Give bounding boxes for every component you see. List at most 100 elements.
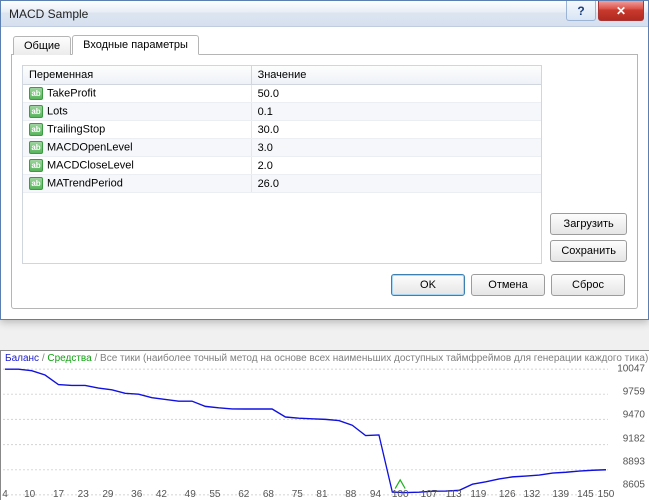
variable-cell[interactable]: ab Lots	[23, 103, 251, 121]
y-tick-label: 9470	[623, 410, 645, 421]
variable-name: MACDCloseLevel	[47, 159, 134, 171]
inputs-area: Переменная Значение ab TakeProfit 50.0 ab Lo…	[22, 65, 627, 264]
y-tick-label: 9759	[623, 387, 645, 398]
value-cell[interactable]: 50.0	[251, 85, 541, 103]
ok-button-label: OK	[420, 279, 436, 291]
reset-button-label: Сброс	[572, 279, 604, 291]
window-buttons: ? ✕	[566, 1, 648, 26]
ok-button[interactable]: OK	[391, 274, 465, 296]
y-tick-label: 8605	[623, 480, 645, 491]
dialog-window: MACD Sample ? ✕ Общие Входные параметры …	[0, 0, 649, 320]
chart-caption-balance: Баланс	[5, 353, 39, 364]
table-row[interactable]: ab Lots 0.1	[23, 103, 541, 121]
value-cell[interactable]: 30.0	[251, 121, 541, 139]
x-tick-label: 107	[421, 489, 438, 500]
variable-name: TrailingStop	[47, 123, 105, 135]
chart-area: Баланс / Средства / Все тики (наиболее т…	[0, 350, 649, 500]
help-icon: ?	[577, 4, 584, 18]
y-tick-label: 8893	[623, 456, 645, 467]
value-cell[interactable]: 2.0	[251, 157, 541, 175]
tab-inputs[interactable]: Входные параметры	[72, 35, 199, 55]
x-tick-label: 75	[292, 489, 303, 500]
variable-icon: ab	[29, 105, 43, 118]
x-tick-label: 100	[392, 489, 409, 500]
titlebar[interactable]: MACD Sample ? ✕	[1, 1, 648, 27]
x-tick-label: 4	[2, 489, 8, 500]
y-tick-label: 10047	[617, 364, 645, 375]
tab-panel-inputs: Переменная Значение ab TakeProfit 50.0 ab Lo…	[11, 55, 638, 309]
value-cell[interactable]: 0.1	[251, 103, 541, 121]
load-button[interactable]: Загрузить	[550, 213, 627, 235]
tab-inputs-label: Входные параметры	[83, 39, 188, 51]
x-tick-label: 94	[370, 489, 381, 500]
variable-icon: ab	[29, 123, 43, 136]
close-button[interactable]: ✕	[598, 1, 644, 21]
table-row[interactable]: ab MACDOpenLevel 3.0	[23, 139, 541, 157]
x-tick-label: 23	[78, 489, 89, 500]
chart-y-axis: 1004797599470918288938605	[609, 367, 649, 497]
chart-svg	[3, 367, 608, 497]
table-row[interactable]: ab MATrendPeriod 26.0	[23, 175, 541, 193]
variable-name: MATrendPeriod	[47, 177, 123, 189]
equity-line	[5, 369, 606, 492]
col-header-variable[interactable]: Переменная	[23, 66, 251, 85]
value-cell[interactable]: 3.0	[251, 139, 541, 157]
variable-icon: ab	[29, 159, 43, 172]
chart-x-axis: 4101723293642495562687581889410010711311…	[3, 488, 608, 500]
save-button[interactable]: Сохранить	[550, 240, 627, 262]
x-tick-label: 88	[345, 489, 356, 500]
inputs-table[interactable]: Переменная Значение ab TakeProfit 50.0 ab Lo…	[23, 66, 541, 193]
chart-plot[interactable]	[3, 367, 608, 497]
variable-cell[interactable]: ab MACDCloseLevel	[23, 157, 251, 175]
dialog-body: Общие Входные параметры Переменная Значе…	[1, 27, 648, 319]
inputs-table-empty-space	[23, 193, 541, 263]
variable-icon: ab	[29, 141, 43, 154]
help-button[interactable]: ?	[566, 1, 596, 21]
x-tick-label: 68	[263, 489, 274, 500]
chart-caption-rest: Все тики (наиболее точный метод на основ…	[100, 353, 649, 364]
variable-name: Lots	[47, 105, 68, 117]
close-icon: ✕	[616, 4, 626, 18]
x-tick-label: 139	[552, 489, 569, 500]
x-tick-label: 119	[470, 489, 486, 500]
value-cell[interactable]: 26.0	[251, 175, 541, 193]
variable-icon: ab	[29, 177, 43, 190]
inputs-table-wrap: Переменная Значение ab TakeProfit 50.0 ab Lo…	[22, 65, 542, 264]
chart-caption-equity: Средства	[47, 353, 91, 364]
x-tick-label: 17	[53, 489, 64, 500]
side-buttons: Загрузить Сохранить	[550, 65, 627, 264]
x-tick-label: 150	[598, 489, 615, 500]
chart-caption-sep2: /	[92, 353, 100, 364]
tab-general[interactable]: Общие	[13, 36, 71, 55]
tab-general-label: Общие	[24, 40, 60, 52]
cancel-button-label: Отмена	[488, 279, 527, 291]
x-tick-label: 113	[446, 489, 462, 500]
cancel-button[interactable]: Отмена	[471, 274, 545, 296]
table-row[interactable]: ab TrailingStop 30.0	[23, 121, 541, 139]
window-title: MACD Sample	[9, 7, 566, 21]
x-tick-label: 126	[499, 489, 516, 500]
variable-cell[interactable]: ab MATrendPeriod	[23, 175, 251, 193]
x-tick-label: 36	[131, 489, 142, 500]
variable-name: TakeProfit	[47, 87, 96, 99]
x-tick-label: 42	[156, 489, 167, 500]
x-tick-label: 145	[577, 489, 594, 500]
save-button-label: Сохранить	[561, 245, 616, 257]
x-tick-label: 55	[209, 489, 220, 500]
variable-name: MACDOpenLevel	[47, 141, 133, 153]
variable-icon: ab	[29, 87, 43, 100]
variable-cell[interactable]: ab TakeProfit	[23, 85, 251, 103]
bottom-buttons: OK Отмена Сброс	[22, 264, 627, 298]
col-header-value[interactable]: Значение	[251, 66, 541, 85]
tab-strip: Общие Входные параметры	[11, 33, 638, 55]
table-row[interactable]: ab MACDCloseLevel 2.0	[23, 157, 541, 175]
x-tick-label: 49	[185, 489, 196, 500]
x-tick-label: 81	[316, 489, 327, 500]
variable-cell[interactable]: ab MACDOpenLevel	[23, 139, 251, 157]
x-tick-label: 29	[102, 489, 113, 500]
chart-caption: Баланс / Средства / Все тики (наиболее т…	[1, 351, 649, 366]
variable-cell[interactable]: ab TrailingStop	[23, 121, 251, 139]
reset-button[interactable]: Сброс	[551, 274, 625, 296]
x-tick-label: 132	[524, 489, 541, 500]
table-row[interactable]: ab TakeProfit 50.0	[23, 85, 541, 103]
